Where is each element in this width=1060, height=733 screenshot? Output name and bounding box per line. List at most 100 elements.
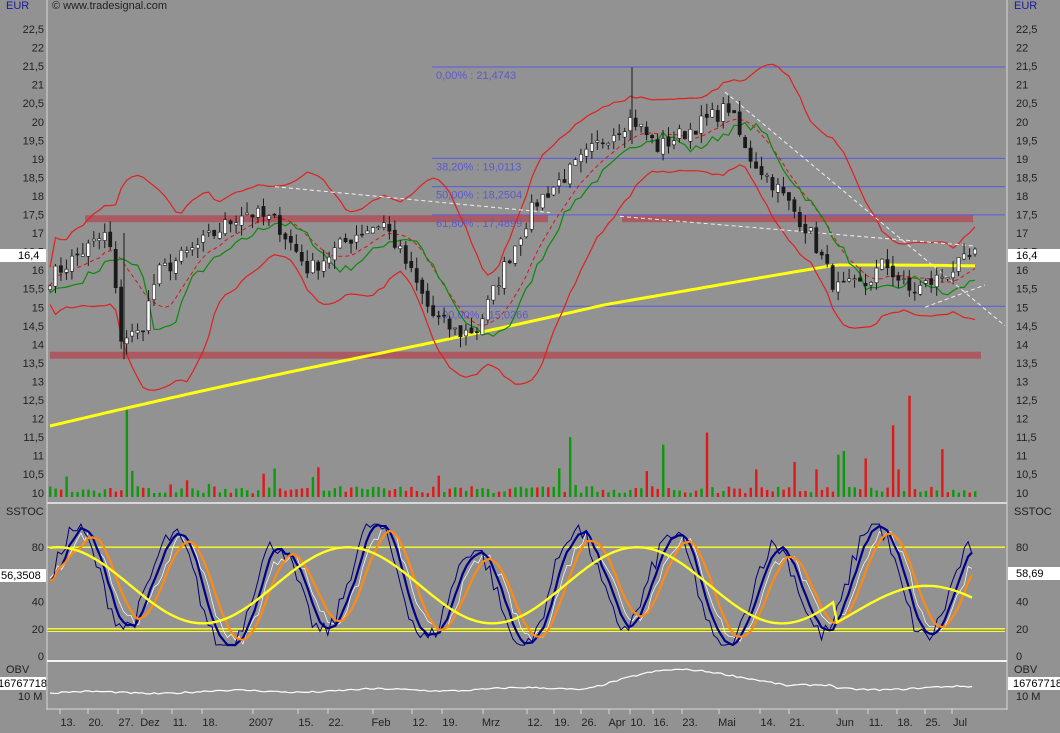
y-tick-label-right: 10 — [1016, 488, 1028, 500]
y-tick-label-right: 10,5 — [1016, 469, 1037, 481]
fib-level-label: 61,80% : 17,4899 — [436, 218, 522, 230]
candle-body — [518, 238, 523, 246]
volume-bar — [475, 488, 479, 497]
candle-body — [918, 285, 923, 295]
candle-body — [119, 286, 124, 342]
volume-bar — [705, 432, 709, 497]
candle-body — [770, 177, 775, 191]
currency-right-label: EUR — [1014, 0, 1037, 12]
candle-body — [332, 247, 337, 261]
volume-bar — [147, 487, 150, 497]
candle-body — [858, 277, 862, 282]
y-tick-label-left: 10,5 — [23, 469, 44, 481]
candle-body — [819, 251, 824, 256]
candle-body — [475, 331, 479, 333]
stoch-title-left: SSTOC — [6, 506, 44, 518]
candle-body — [507, 260, 512, 264]
candle-body — [776, 184, 780, 193]
obv-title-right: OBV — [1014, 664, 1038, 676]
x-axis-label: 21. — [789, 717, 804, 729]
candle-body — [622, 131, 627, 138]
candle-body — [414, 268, 419, 283]
volume-bar — [393, 488, 397, 497]
volume-bar — [202, 492, 205, 497]
volume-bar — [328, 490, 331, 497]
candle-body — [852, 278, 857, 281]
volume-bar — [70, 491, 74, 497]
candle-body — [825, 254, 830, 264]
candle-body — [376, 226, 381, 229]
volume-bar — [563, 491, 566, 497]
volume-bar — [541, 486, 545, 497]
volume-bar — [596, 491, 599, 497]
candle-body — [349, 239, 353, 244]
volume-bar — [432, 486, 435, 497]
candle-body — [699, 115, 704, 134]
obv-tick-right: 10 M — [1016, 691, 1040, 703]
volume-bar — [809, 492, 813, 497]
volume-bar — [733, 488, 736, 497]
stoch-tick-right: 80 — [1016, 542, 1028, 554]
candle-body — [496, 285, 501, 288]
y-tick-label-right: 11 — [1016, 451, 1027, 463]
resistance-zone-upper-right — [622, 215, 973, 223]
candle-body — [272, 213, 277, 216]
fib-level-label: 38,20% : 19,0113 — [436, 161, 521, 173]
candle-body — [130, 331, 135, 337]
volume-bar — [295, 489, 298, 497]
candle-body — [644, 126, 649, 136]
x-axis-label: 12. — [527, 717, 542, 729]
candle-body — [956, 257, 961, 272]
candle-body — [124, 337, 129, 345]
x-axis-label: 15. — [298, 717, 313, 729]
candle-body — [973, 248, 977, 255]
volume-bar — [437, 475, 441, 497]
candle-body — [611, 135, 616, 143]
candle-body — [184, 250, 189, 253]
volume-bar — [481, 488, 484, 497]
candle-body — [48, 285, 52, 290]
stoch-tick-left: 20 — [32, 624, 44, 636]
candle-body — [781, 186, 786, 194]
x-axis-label: 11. — [869, 717, 883, 729]
candle-body — [546, 193, 550, 198]
volume-bar — [322, 490, 326, 497]
candle-body — [365, 230, 370, 234]
candle-body — [431, 305, 436, 316]
volume-bar — [185, 480, 189, 497]
candle-body — [693, 130, 698, 135]
obv-panel — [47, 662, 1007, 708]
candle-body — [688, 129, 693, 142]
y-tick-label-right: 12 — [1016, 414, 1028, 426]
candle-body — [206, 230, 211, 233]
volume-bar — [262, 473, 265, 497]
volume-bar — [716, 492, 720, 497]
volume-bar — [169, 484, 172, 497]
candle-body — [863, 282, 868, 287]
candle-body — [934, 274, 939, 288]
x-axis-label: 16. — [653, 717, 668, 729]
y-tick-label-left: 20,5 — [23, 98, 44, 110]
volume-bar — [859, 489, 862, 497]
candle-body — [152, 284, 156, 300]
obv-title-left: OBV — [6, 664, 30, 676]
candle-body — [80, 253, 85, 257]
candle-body — [945, 277, 950, 280]
volume-bar — [727, 486, 731, 497]
volume-bar — [131, 470, 134, 497]
x-axis-label: 27. — [118, 717, 133, 729]
volume-bar — [968, 492, 971, 497]
volume-bar — [103, 489, 107, 497]
volume-bar — [525, 488, 528, 497]
candle-body — [294, 244, 299, 252]
volume-bar — [601, 489, 605, 497]
y-tick-label-right: 21 — [1016, 80, 1028, 92]
candle-body — [212, 229, 217, 237]
volume-bar — [815, 469, 818, 497]
candle-body — [321, 260, 326, 272]
volume-bar — [908, 395, 911, 497]
candle-body — [163, 262, 167, 266]
candle-body — [354, 234, 359, 243]
volume-bar — [497, 491, 501, 497]
candle-body — [951, 271, 956, 278]
